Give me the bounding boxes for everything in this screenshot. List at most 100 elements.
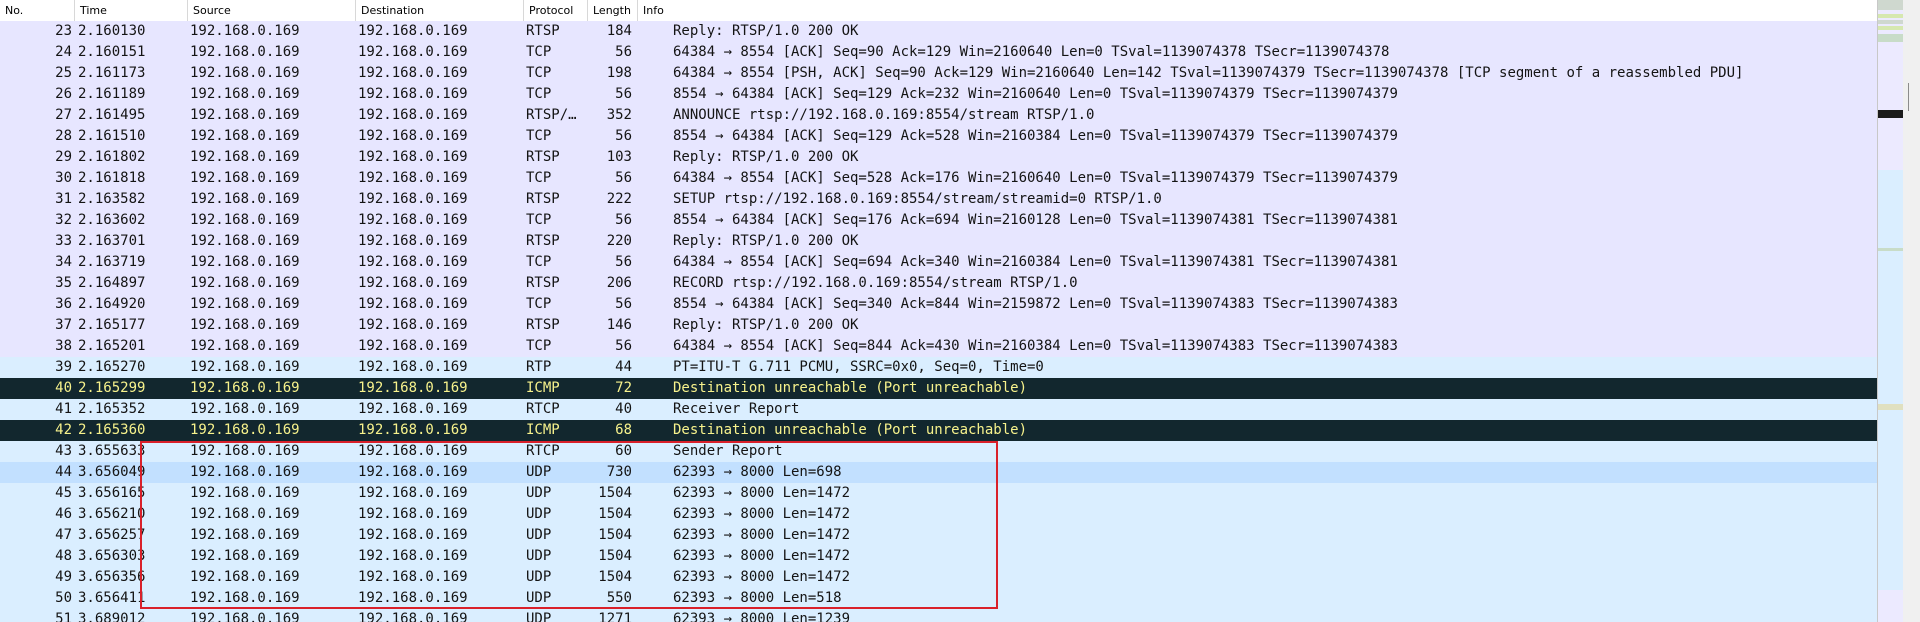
packet-row[interactable]: 29 2.161802 192.168.0.169 192.168.0.169 RTSP… xyxy=(0,147,1877,168)
packet-row[interactable]: 40 2.165299 192.168.0.169 192.168.0.169 ICMP… xyxy=(0,378,1877,399)
packet-destination: 192.168.0.169 xyxy=(358,359,468,375)
packet-destination: 192.168.0.169 xyxy=(358,380,468,396)
packet-protocol: RTCP xyxy=(526,401,560,417)
packet-protocol: UDP xyxy=(526,527,552,543)
minimap-stripe xyxy=(1878,34,1903,42)
packet-row[interactable]: 34 2.163719 192.168.0.169 192.168.0.169 TCP 5… xyxy=(0,252,1877,273)
packet-list-scrollbar[interactable] xyxy=(1877,0,1920,622)
packet-info: 64384 → 8554 [ACK] Seq=694 Ack=340 Win=2… xyxy=(673,254,1398,270)
packet-row[interactable]: 27 2.161495 192.168.0.169 192.168.0.169 RTSP… xyxy=(0,105,1877,126)
column-header-time[interactable]: Time xyxy=(75,0,188,21)
packet-row[interactable]: 41 2.165352 192.168.0.169 192.168.0.169 RTCP… xyxy=(0,399,1877,420)
packet-time: 2.165177 xyxy=(78,317,146,333)
packet-source: 192.168.0.169 xyxy=(190,401,300,417)
packet-row[interactable]: 48 3.656303 192.168.0.169 192.168.0.169 UDP 1… xyxy=(0,546,1877,567)
packet-protocol: RTSP xyxy=(526,149,560,165)
packet-info: Receiver Report xyxy=(673,401,800,417)
packet-length: 198 xyxy=(606,65,632,81)
column-header-protocol[interactable]: Protocol xyxy=(524,0,588,21)
packet-source: 192.168.0.169 xyxy=(190,527,300,543)
packet-row[interactable]: 28 2.161510 192.168.0.169 192.168.0.169 TCP 5… xyxy=(0,126,1877,147)
column-header-destination[interactable]: Destination xyxy=(356,0,524,21)
packet-row[interactable]: 32 2.163602 192.168.0.169 192.168.0.169 TCP 5… xyxy=(0,210,1877,231)
packet-info: 64384 → 8554 [ACK] Seq=528 Ack=176 Win=2… xyxy=(673,170,1398,186)
packet-no: 43 xyxy=(55,443,72,459)
packet-row[interactable]: 50 3.656411 192.168.0.169 192.168.0.169 UDP 5… xyxy=(0,588,1877,609)
packet-time: 2.161173 xyxy=(78,65,146,81)
packet-time: 2.165360 xyxy=(78,422,146,438)
packet-length: 103 xyxy=(606,149,632,165)
packet-row[interactable]: 49 3.656356 192.168.0.169 192.168.0.169 UDP 1… xyxy=(0,567,1877,588)
packet-row[interactable]: 45 3.656165 192.168.0.169 192.168.0.169 UDP 1… xyxy=(0,483,1877,504)
packet-info: SETUP rtsp://192.168.0.169:8554/stream/s… xyxy=(673,191,1162,207)
packet-protocol: TCP xyxy=(526,65,552,81)
packet-length: 220 xyxy=(606,233,632,249)
packet-row[interactable]: 42 2.165360 192.168.0.169 192.168.0.169 ICMP… xyxy=(0,420,1877,441)
scrollbar-thumb[interactable] xyxy=(1878,0,1920,622)
packet-row[interactable]: 37 2.165177 192.168.0.169 192.168.0.169 RTSP… xyxy=(0,315,1877,336)
packet-row[interactable]: 36 2.164920 192.168.0.169 192.168.0.169 TCP 5… xyxy=(0,294,1877,315)
packet-row[interactable]: 33 2.163701 192.168.0.169 192.168.0.169 RTSP… xyxy=(0,231,1877,252)
column-header-info[interactable]: Info xyxy=(638,0,1877,21)
packet-no: 35 xyxy=(55,275,72,291)
packet-no: 29 xyxy=(55,149,72,165)
packet-protocol: TCP xyxy=(526,212,552,228)
packet-destination: 192.168.0.169 xyxy=(358,191,468,207)
packet-no: 33 xyxy=(55,233,72,249)
packet-row[interactable]: 51 3.689012 192.168.0.169 192.168.0.169 UDP 1… xyxy=(0,609,1877,622)
packet-length: 40 xyxy=(615,401,632,417)
packet-destination: 192.168.0.169 xyxy=(358,86,468,102)
column-header-no[interactable]: No. xyxy=(0,0,75,21)
packet-source: 192.168.0.169 xyxy=(190,422,300,438)
packet-protocol: RTSP xyxy=(526,23,560,39)
packet-time: 2.163602 xyxy=(78,212,146,228)
packet-time: 2.161802 xyxy=(78,149,146,165)
packet-no: 36 xyxy=(55,296,72,312)
packet-no: 39 xyxy=(55,359,72,375)
packet-protocol: UDP xyxy=(526,506,552,522)
column-header-length[interactable]: Length xyxy=(588,0,638,21)
packet-row[interactable]: 25 2.161173 192.168.0.169 192.168.0.169 TCP 1… xyxy=(0,63,1877,84)
packet-destination: 192.168.0.169 xyxy=(358,296,468,312)
packet-row[interactable]: 38 2.165201 192.168.0.169 192.168.0.169 TCP 5… xyxy=(0,336,1877,357)
packet-row[interactable]: 46 3.656210 192.168.0.169 192.168.0.169 UDP 1… xyxy=(0,504,1877,525)
packet-minimap[interactable] xyxy=(1878,0,1903,622)
packet-source: 192.168.0.169 xyxy=(190,611,300,622)
packet-source: 192.168.0.169 xyxy=(190,170,300,186)
packet-row[interactable]: 35 2.164897 192.168.0.169 192.168.0.169 RTSP… xyxy=(0,273,1877,294)
packet-row[interactable]: 23 2.160130 192.168.0.169 192.168.0.169 RTSP… xyxy=(0,21,1877,42)
packet-source: 192.168.0.169 xyxy=(190,338,300,354)
packet-protocol: TCP xyxy=(526,44,552,60)
packet-no: 34 xyxy=(55,254,72,270)
packet-row[interactable]: 24 2.160151 192.168.0.169 192.168.0.169 TCP 5… xyxy=(0,42,1877,63)
packet-row[interactable]: 31 2.163582 192.168.0.169 192.168.0.169 RTSP… xyxy=(0,189,1877,210)
packet-protocol: ICMP xyxy=(526,380,560,396)
packet-source: 192.168.0.169 xyxy=(190,548,300,564)
minimap-stripe xyxy=(1878,0,1903,10)
packet-protocol: RTSP xyxy=(526,275,560,291)
packet-info: ANNOUNCE rtsp://192.168.0.169:8554/strea… xyxy=(673,107,1095,123)
packet-time: 2.163701 xyxy=(78,233,146,249)
packet-row[interactable]: 44 3.656049 192.168.0.169 192.168.0.169 UDP 7… xyxy=(0,462,1877,483)
packet-no: 26 xyxy=(55,86,72,102)
packet-row[interactable]: 39 2.165270 192.168.0.169 192.168.0.169 RTP 4… xyxy=(0,357,1877,378)
packet-length: 56 xyxy=(615,338,632,354)
packet-destination: 192.168.0.169 xyxy=(358,338,468,354)
packet-destination: 192.168.0.169 xyxy=(358,275,468,291)
packet-source: 192.168.0.169 xyxy=(190,128,300,144)
packet-length: 352 xyxy=(606,107,632,123)
packet-no: 50 xyxy=(55,590,72,606)
packet-destination: 192.168.0.169 xyxy=(358,548,468,564)
packet-destination: 192.168.0.169 xyxy=(358,107,468,123)
packet-row[interactable]: 47 3.656257 192.168.0.169 192.168.0.169 UDP 1… xyxy=(0,525,1877,546)
packet-info: 8554 → 64384 [ACK] Seq=129 Ack=528 Win=2… xyxy=(673,128,1398,144)
packet-protocol: UDP xyxy=(526,569,552,585)
packet-row[interactable]: 26 2.161189 192.168.0.169 192.168.0.169 TCP 5… xyxy=(0,84,1877,105)
packet-row[interactable]: 30 2.161818 192.168.0.169 192.168.0.169 TCP 5… xyxy=(0,168,1877,189)
packet-info: Reply: RTSP/1.0 200 OK xyxy=(673,317,859,333)
packet-destination: 192.168.0.169 xyxy=(358,233,468,249)
packet-row[interactable]: 43 3.655633 192.168.0.169 192.168.0.169 RTCP… xyxy=(0,441,1877,462)
packet-info: 62393 → 8000 Len=1472 xyxy=(673,548,851,564)
packet-time: 3.656210 xyxy=(78,506,146,522)
column-header-source[interactable]: Source xyxy=(188,0,356,21)
